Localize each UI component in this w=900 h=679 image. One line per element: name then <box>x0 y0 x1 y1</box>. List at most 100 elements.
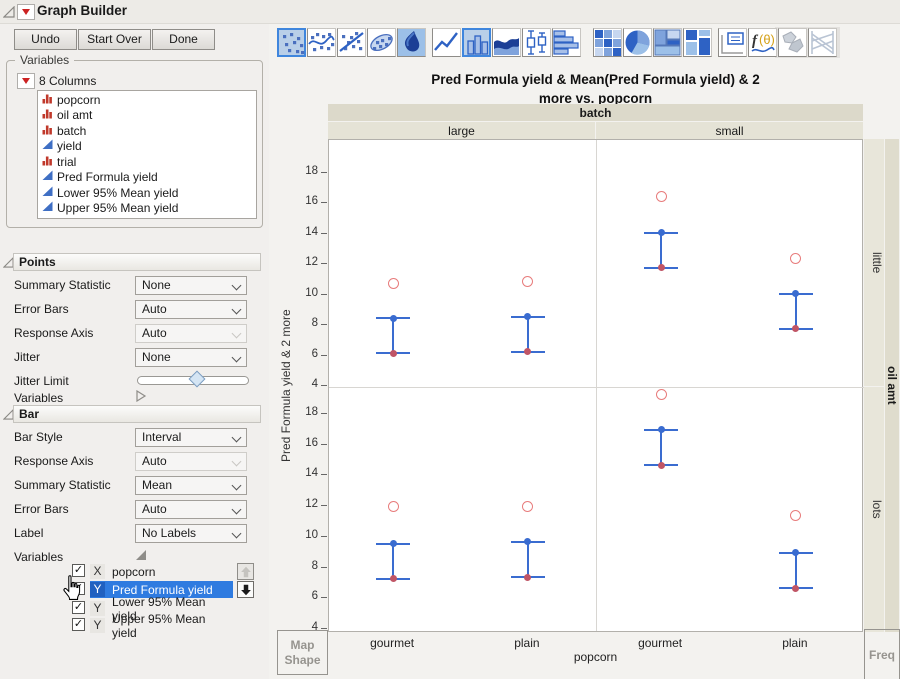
blue-triangle-icon <box>42 201 57 215</box>
collapse-triangle-icon[interactable] <box>3 6 15 18</box>
upper-95-point[interactable] <box>792 549 799 556</box>
smoother-icon[interactable] <box>307 28 336 57</box>
chevron-down-icon <box>232 481 242 491</box>
undo-button[interactable]: Undo <box>14 29 77 50</box>
pred-formula-yield-point[interactable] <box>656 191 667 202</box>
contour-icon[interactable] <box>397 28 426 57</box>
points-section-header[interactable]: Points <box>13 253 261 271</box>
upper-95-point[interactable] <box>390 540 397 547</box>
y-tick-label: 18 <box>288 165 318 177</box>
blue-triangle-icon <box>42 139 57 153</box>
pred-formula-yield-point[interactable] <box>522 276 533 287</box>
dropdown-value: Auto <box>142 326 167 340</box>
mean-interval-line[interactable] <box>795 553 797 588</box>
x-axis-title[interactable]: popcorn <box>328 650 863 664</box>
pred-formula-yield-point[interactable] <box>656 389 667 400</box>
histogram-icon[interactable] <box>552 28 581 57</box>
pred-formula-yield-point[interactable] <box>388 501 399 512</box>
variable-item[interactable]: yield <box>38 139 256 155</box>
chevron-down-icon <box>232 329 242 339</box>
lower-95-point[interactable] <box>658 462 665 469</box>
start-over-button[interactable]: Start Over <box>78 29 151 50</box>
lower-95-point[interactable] <box>792 585 799 592</box>
control-label: Response Axis <box>14 454 93 468</box>
pred-formula-yield-point[interactable] <box>388 278 399 289</box>
move-down-button[interactable] <box>237 581 254 598</box>
red-triangle-menu-icon[interactable] <box>17 4 35 20</box>
heatmap-icon[interactable] <box>593 28 622 57</box>
points-icon[interactable] <box>277 28 306 57</box>
variable-item[interactable]: trial <box>38 154 256 170</box>
lower-95-point[interactable] <box>390 350 397 357</box>
assigned-variable-row[interactable]: Xpopcorn <box>90 563 233 580</box>
done-button[interactable]: Done <box>152 29 215 50</box>
pie-icon[interactable] <box>623 28 652 57</box>
bar-style-dropdown[interactable]: Interval <box>135 428 247 447</box>
freq-drop-zone[interactable]: Freq <box>864 629 900 679</box>
columns-red-triangle-menu-icon[interactable] <box>17 73 35 89</box>
assigned-variable-row[interactable]: YUpper 95% Mean yield <box>90 617 233 634</box>
mean-interval-line[interactable] <box>527 317 529 352</box>
svg-text:f: f <box>752 33 759 49</box>
lower-95-point[interactable] <box>524 348 531 355</box>
mean-interval-line[interactable] <box>527 542 529 577</box>
upper-95-point[interactable] <box>658 426 665 433</box>
variable-name: Upper 95% Mean yield <box>57 201 178 215</box>
role-chip: Y <box>90 618 105 633</box>
pred-formula-yield-point[interactable] <box>790 510 801 521</box>
lower-95-point[interactable] <box>390 575 397 582</box>
mean-interval-line[interactable] <box>392 544 394 579</box>
pred-formula-yield-point[interactable] <box>522 501 533 512</box>
variable-name: popcorn <box>57 93 100 107</box>
lower-95-point[interactable] <box>524 574 531 581</box>
y-tick-mark <box>321 385 327 386</box>
bar-icon[interactable] <box>462 28 491 57</box>
upper-95-point[interactable] <box>524 538 531 545</box>
pred-formula-yield-point[interactable] <box>790 253 801 264</box>
caption-box-icon[interactable] <box>718 28 747 57</box>
variable-item[interactable]: batch <box>38 123 256 139</box>
lower-95-point[interactable] <box>658 264 665 271</box>
line-icon[interactable] <box>432 28 461 57</box>
variable-name: batch <box>57 124 86 138</box>
lower-95-point[interactable] <box>792 325 799 332</box>
formula-icon[interactable]: f(θ) <box>748 28 777 57</box>
variable-item[interactable]: oil amt <box>38 108 256 124</box>
error-bars-dropdown[interactable]: Auto <box>135 300 247 319</box>
mosaic-icon[interactable] <box>683 28 712 57</box>
upper-95-point[interactable] <box>524 313 531 320</box>
response-axis-dropdown: Auto <box>135 324 247 343</box>
mean-interval-line[interactable] <box>660 430 662 465</box>
label-dropdown[interactable]: No Labels <box>135 524 247 543</box>
slider-thumb[interactable] <box>189 371 206 388</box>
mean-interval-line[interactable] <box>660 233 662 268</box>
map-shape-drop-zone[interactable]: Map Shape <box>277 630 328 675</box>
area-icon[interactable] <box>492 28 521 57</box>
plot-area[interactable] <box>328 139 863 632</box>
mean-interval-line[interactable] <box>392 318 394 353</box>
mean-interval-line[interactable] <box>795 294 797 329</box>
jitter-dropdown[interactable]: None <box>135 348 247 367</box>
bar-section-header[interactable]: Bar <box>13 405 261 423</box>
checkbox[interactable]: ✓ <box>72 601 85 614</box>
variables-disclosure-icon[interactable] <box>135 549 147 564</box>
line-of-fit-icon[interactable] <box>337 28 366 57</box>
upper-95-point[interactable] <box>792 290 799 297</box>
box-plot-icon[interactable] <box>522 28 551 57</box>
jitter-limit-slider[interactable] <box>137 376 249 385</box>
upper-95-point[interactable] <box>390 315 397 322</box>
graph-builder-window: Graph Builder UndoStart OverDone Variabl… <box>0 0 900 679</box>
treemap-icon[interactable] <box>653 28 682 57</box>
checkbox[interactable]: ✓ <box>72 618 85 631</box>
ellipse-icon[interactable] <box>367 28 396 57</box>
variable-item[interactable]: Pred Formula yield <box>38 170 256 186</box>
upper-95-point[interactable] <box>658 229 665 236</box>
variable-item[interactable]: Upper 95% Mean yield <box>38 201 256 217</box>
variable-item[interactable]: popcorn <box>38 92 256 108</box>
summary-statistic-dropdown[interactable]: Mean <box>135 476 247 495</box>
summary-statistic-dropdown[interactable]: None <box>135 276 247 295</box>
variable-item[interactable]: Lower 95% Mean yield <box>38 185 256 201</box>
variables-disclosure-icon[interactable] <box>135 390 147 405</box>
graph-title[interactable]: Pred Formula yield & Mean(Pred Formula y… <box>328 70 863 108</box>
error-bars-dropdown[interactable]: Auto <box>135 500 247 519</box>
